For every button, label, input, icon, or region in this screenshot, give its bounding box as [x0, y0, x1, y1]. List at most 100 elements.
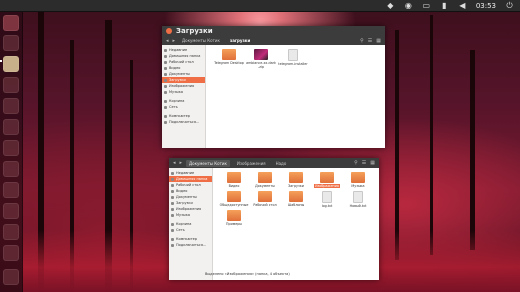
volume-icon[interactable]: ◀	[458, 1, 467, 10]
network-icon[interactable]: ◉	[404, 1, 413, 10]
file-item[interactable]: Изображения	[312, 172, 342, 188]
power-icon[interactable]: ⏻	[505, 1, 514, 10]
file-item[interactable]: telegram-installer	[278, 49, 308, 66]
sidebar-item-label: Документы	[176, 195, 197, 199]
clock[interactable]: 03:53	[476, 2, 496, 10]
sidebar-item-label: Музыка	[169, 90, 183, 94]
close-icon[interactable]	[166, 28, 172, 34]
sidebar-item-label: Рабочий стол	[176, 183, 201, 187]
file-name: Рабочий стол	[253, 203, 277, 207]
list-view-icon[interactable]: ☰	[362, 160, 366, 166]
file-item[interactable]: Документы	[250, 172, 280, 188]
back-button[interactable]: ◂	[166, 38, 169, 44]
app-icon-9[interactable]	[3, 224, 19, 240]
breadcrumb-home[interactable]: Документы Котик	[179, 37, 223, 44]
document-file-icon	[288, 49, 298, 61]
sidebar-item-label: Рабочий стол	[169, 60, 194, 64]
file-item[interactable]: Рабочий стол	[250, 191, 280, 207]
file-item[interactable]: Шаблоны	[281, 191, 311, 207]
sidebar-item-label: Документы	[169, 72, 190, 76]
folder-icon	[227, 191, 241, 202]
app-icon-3[interactable]	[3, 98, 19, 114]
sidebar: Недавние Домашняя папка Рабочий стол Видео Д…	[162, 45, 206, 148]
app-icon-10[interactable]	[3, 245, 19, 261]
place-icon	[164, 84, 167, 88]
sidebar-item-label: Загрузки	[176, 201, 193, 205]
sidebar-item-label: Подключиться...	[176, 243, 207, 247]
file-item[interactable]: Примеры	[219, 210, 249, 226]
place-icon	[164, 90, 167, 94]
app-icon-2[interactable]	[3, 77, 19, 93]
file-item[interactable]: Видео	[219, 172, 249, 188]
grid-view-icon[interactable]: ▦	[370, 160, 375, 166]
app-icon-1[interactable]	[3, 35, 19, 51]
app-icon-7[interactable]	[3, 182, 19, 198]
breadcrumb-current[interactable]: загрузки	[227, 37, 253, 44]
folder-icon	[258, 191, 272, 202]
folder-icon	[227, 210, 241, 221]
search-icon[interactable]: ⚲	[354, 160, 358, 166]
app-icon-4[interactable]	[3, 119, 19, 135]
file-name: ambiance-xx-dark-zip	[246, 61, 276, 69]
place-icon	[171, 237, 174, 241]
breadcrumb-home[interactable]: Документы Котик	[186, 159, 230, 167]
file-item[interactable]: Загрузки	[281, 172, 311, 188]
list-view-icon[interactable]: ☰	[368, 38, 372, 44]
search-icon[interactable]: ⚲	[360, 38, 364, 44]
file-item[interactable]: Общедоступные	[219, 191, 249, 207]
sidebar-item-label: Видео	[176, 189, 188, 193]
battery-icon[interactable]: ▮	[440, 1, 449, 10]
file-item[interactable]: Telegram Desktop	[214, 49, 244, 65]
sidebar-item-label: Загрузки	[169, 78, 186, 82]
back-button[interactable]: ◂	[173, 160, 176, 166]
file-item[interactable]: ambiance-xx-dark-zip	[246, 49, 276, 69]
file-item[interactable]: Музыка	[343, 172, 373, 188]
file-name: log.txt	[321, 204, 333, 208]
place-icon	[164, 114, 167, 118]
forward-button[interactable]: ▸	[173, 38, 176, 44]
file-name: Шаблоны	[287, 203, 305, 207]
files-window-home: ◂ ▸ Документы Котик Изображения Надо ⚲ ☰…	[169, 158, 379, 280]
dropbox-icon[interactable]: ◆	[386, 1, 395, 10]
files-icon[interactable]	[3, 56, 19, 72]
place-icon	[164, 60, 167, 64]
window-titlebar[interactable]: Загрузки	[162, 26, 385, 36]
document-file-icon	[353, 191, 363, 203]
folder-icon	[227, 172, 241, 183]
file-name: Документы	[255, 184, 275, 188]
folder-icon	[258, 172, 272, 183]
folder-icon	[289, 191, 303, 202]
grid-view-icon[interactable]: ▦	[376, 38, 381, 44]
file-name: Новый.txt	[349, 204, 367, 208]
place-icon	[164, 78, 167, 82]
place-icon	[171, 183, 174, 187]
trash-icon[interactable]	[3, 269, 19, 285]
sidebar-item[interactable]: Подключиться...	[169, 242, 212, 248]
place-icon	[164, 105, 167, 109]
keyboard-icon[interactable]: ▭	[422, 1, 431, 10]
app-icon-8[interactable]	[3, 203, 19, 219]
place-icon	[164, 54, 167, 58]
place-icon	[171, 228, 174, 232]
file-name: Видео	[228, 184, 240, 188]
sidebar-item-label: Музыка	[176, 213, 190, 217]
folder-icon	[320, 172, 334, 183]
forward-button[interactable]: ▸	[180, 160, 183, 166]
app-icon-6[interactable]	[3, 161, 19, 177]
file-item[interactable]: log.txt	[312, 191, 342, 208]
sidebar-item-label: Домашняя папка	[169, 54, 201, 58]
breadcrumb-images[interactable]: Изображения	[234, 160, 269, 167]
file-item[interactable]: Новый.txt	[343, 191, 373, 208]
file-name: telegram-installer	[278, 62, 308, 66]
place-icon	[171, 243, 174, 247]
sidebar-item-label: Домашняя папка	[176, 177, 208, 181]
app-icon-5[interactable]	[3, 140, 19, 156]
dash-icon[interactable]	[3, 15, 19, 31]
sidebar-item[interactable]: Подключиться...	[162, 119, 205, 125]
place-icon	[164, 99, 167, 103]
place-icon	[171, 189, 174, 193]
breadcrumb-nado[interactable]: Надо	[273, 160, 290, 167]
sidebar-item-label: Изображения	[169, 84, 195, 88]
sidebar-item-label: Корзина	[176, 222, 192, 226]
folder-icon	[222, 49, 236, 60]
